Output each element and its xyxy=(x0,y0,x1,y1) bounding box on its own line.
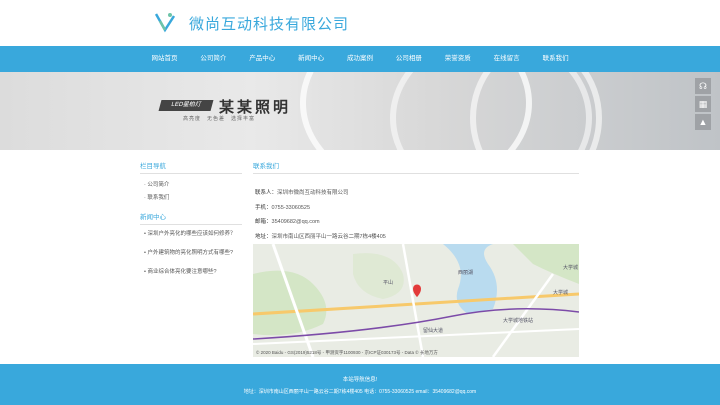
contact-address: 地址：深圳市南山区西丽平山一路云谷二期7栋4楼405 xyxy=(255,232,386,240)
contact-email-label: 邮箱： xyxy=(255,219,272,225)
map-copyright: © 2020 Baidu - GS(2019)5218号 - 甲测资字11009… xyxy=(256,350,438,355)
contact-title: 联系我们 xyxy=(253,160,579,174)
footer: 本站导航信息! 地址：深圳市南山区西丽平山一路云谷二期7栋4楼405 电话：07… xyxy=(0,364,720,405)
contact-email: 邮箱：35409682@qq.com xyxy=(255,217,320,225)
banner-badge: LED星柏灯 xyxy=(158,100,214,111)
map-label: 大学城地铁站 xyxy=(503,317,533,324)
headset-icon[interactable]: ☊ xyxy=(695,78,711,94)
nav-item-news[interactable]: 新闻中心 xyxy=(287,46,336,72)
nav-item-honors[interactable]: 荣誉资质 xyxy=(433,46,482,72)
map-label: 留仙大道 xyxy=(423,327,443,334)
news-item[interactable]: • 商业综合体亮化要注意哪些? xyxy=(144,269,242,276)
logo-icon[interactable] xyxy=(155,12,175,34)
news-item-label: 深圳户外亮化的哪些应该如何修养？ xyxy=(147,231,236,237)
map-label: 平山 xyxy=(383,279,393,286)
banner-subtitle: 高亮度 无色差 选择丰富 xyxy=(183,116,256,122)
sidebar-link-label: 公司简介 xyxy=(147,182,170,188)
map-label: 大学城 xyxy=(553,289,568,296)
contact-section: 联系我们 联系人：深圳市微尚互动科技有限公司 手机：0755-33060525 … xyxy=(253,160,579,240)
news-item-label: 商业综合体亮化要注意哪些? xyxy=(147,269,217,275)
sidebar-nav-title: 栏目导航 xyxy=(140,160,242,174)
sidebar-link-about[interactable]: · 公司简介 xyxy=(144,180,242,188)
baidu-map[interactable]: 西丽湖 大学城 平山 留仙大道 大学城地铁站 大学城 © 2020 Baidu - GS(… xyxy=(253,244,579,357)
news-item[interactable]: • 深圳户外亮化的哪些应该如何修养？ xyxy=(144,231,242,238)
map-label: 西丽湖 xyxy=(458,269,473,276)
contact-phone-label: 手机： xyxy=(255,205,272,211)
contact-phone: 手机：0755-33060525 xyxy=(255,203,310,211)
banner-title: 某某照明 xyxy=(219,99,292,116)
sidebar-news-title: 新闻中心 xyxy=(140,211,242,225)
led-strip-decoration xyxy=(470,72,602,150)
header: 微尚互动科技有限公司 xyxy=(0,0,720,46)
qrcode-icon[interactable]: ▦ xyxy=(695,96,711,112)
nav-item-message[interactable]: 在线留言 xyxy=(482,46,531,72)
sidebar: 栏目导航 · 公司简介 · 联系我们 新闻中心 • 深圳户外亮化的哪些应该如何修… xyxy=(140,160,242,288)
contact-address-label: 地址： xyxy=(255,234,272,240)
site-title[interactable]: 微尚互动科技有限公司 xyxy=(189,13,349,34)
nav-item-contact[interactable]: 联系我们 xyxy=(531,46,580,72)
news-item-label: 户外建筑物的亮化照明方式有哪些? xyxy=(147,250,234,256)
sidebar-link-label: 联系我们 xyxy=(147,195,170,201)
contact-company-value: 深圳市微尚互动科技有限公司 xyxy=(277,190,349,196)
map-canvas: 西丽湖大学城平山留仙大道大学城地铁站大学城 xyxy=(253,244,579,357)
nav-item-products[interactable]: 产品中心 xyxy=(238,46,287,72)
nav-item-about[interactable]: 公司简介 xyxy=(189,46,238,72)
main-nav: 网站首页 公司简介 产品中心 新闻中心 成功案例 公司相册 荣誉资质 在线留言 … xyxy=(0,46,720,72)
news-item[interactable]: • 户外建筑物的亮化照明方式有哪些? xyxy=(144,250,242,257)
map-label: 大学城 xyxy=(563,264,578,271)
nav-item-cases[interactable]: 成功案例 xyxy=(336,46,385,72)
footer-address: 地址：深圳市南山区西丽平山一路云谷二期7栋4楼405 电话：0755-33060… xyxy=(243,389,477,395)
contact-address-value: 深圳市南山区西丽平山一路云谷二期7栋4楼405 xyxy=(271,234,386,240)
footer-title: 本站导航信息! xyxy=(342,377,378,383)
nav-item-album[interactable]: 公司相册 xyxy=(384,46,433,72)
contact-company: 联系人：深圳市微尚互动科技有限公司 xyxy=(255,188,349,196)
back-to-top-icon[interactable]: ▲ xyxy=(695,114,711,130)
floating-toolbar: ☊ ▦ ▲ xyxy=(695,78,711,132)
banner: LED星柏灯 某某照明 高亮度 无色差 选择丰富 xyxy=(0,72,720,150)
contact-email-value: 35409682@qq.com xyxy=(271,219,320,225)
contact-company-label: 联系人： xyxy=(255,190,278,196)
contact-phone-value: 0755-33060525 xyxy=(271,205,311,211)
sidebar-link-contact[interactable]: · 联系我们 xyxy=(144,193,242,201)
nav-item-home[interactable]: 网站首页 xyxy=(140,46,189,72)
